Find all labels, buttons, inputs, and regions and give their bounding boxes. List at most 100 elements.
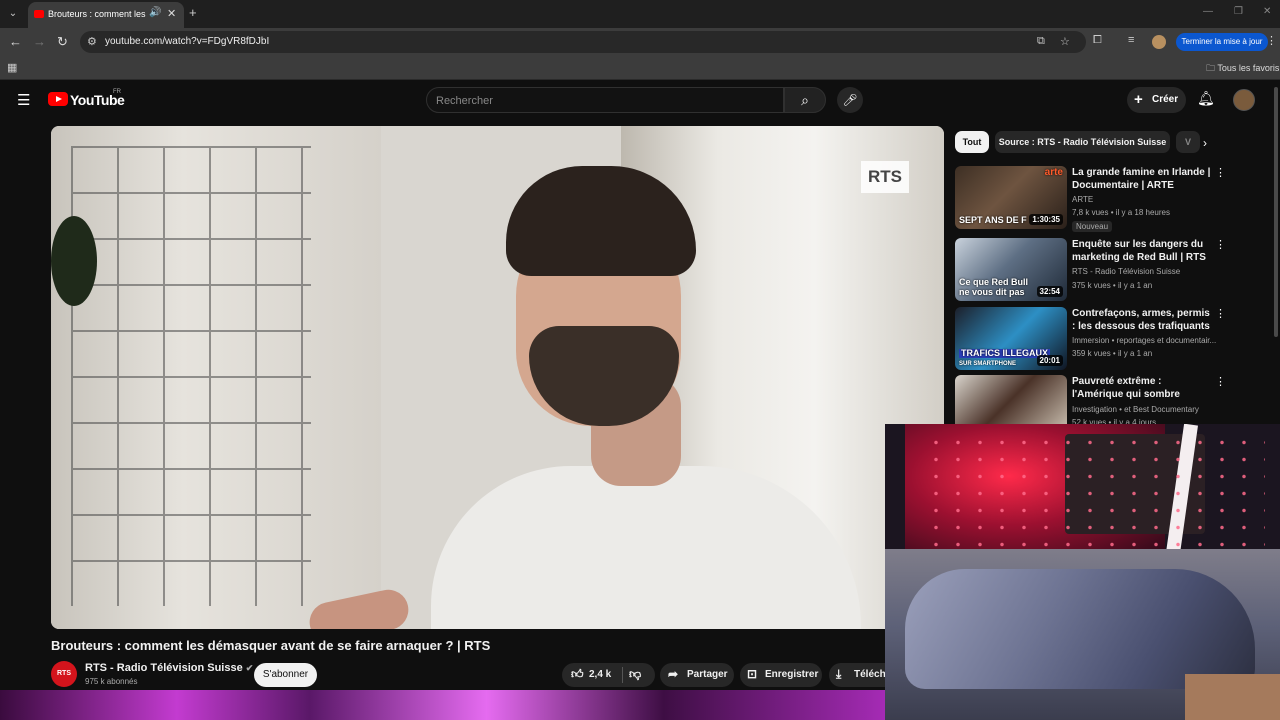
subscribe-button[interactable]: S'abonner <box>254 663 317 687</box>
mic-icon[interactable]: 🎤︎ <box>837 87 863 113</box>
save-label: Enregistrer <box>765 669 819 680</box>
rec-thumbnail[interactable] <box>955 375 1067 424</box>
like-count[interactable]: 2,4 k <box>589 669 611 680</box>
search-placeholder: Rechercher <box>436 95 493 107</box>
rec-stats: 52 k vues • il y a 4 jours <box>1072 418 1157 424</box>
rec-title[interactable]: Pauvreté extrême : l'Amérique qui sombre <box>1072 375 1212 401</box>
bell-icon[interactable]: 🔔︎ <box>1197 90 1215 107</box>
chip-all[interactable]: Tout <box>955 131 989 153</box>
rec-thumbnail[interactable]: arte SEPT ANS DE F 1:30:35 <box>955 166 1067 229</box>
kebab-icon[interactable]: ⋮ <box>1215 375 1226 388</box>
rec-channel[interactable]: Investigation • et Best Documentary <box>1072 403 1222 416</box>
thumbs-down-icon[interactable]: 👎︎ <box>629 667 641 682</box>
like-divider <box>622 667 623 683</box>
share-icon: ➦ <box>668 667 679 681</box>
chip-source[interactable]: Source : RTS - Radio Télévision Suisse <box>995 131 1170 153</box>
rec-thumb-text: SEPT ANS DE F <box>959 214 1027 225</box>
arte-brand: arte <box>1044 167 1063 178</box>
new-badge: Nouveau <box>1072 221 1113 232</box>
browser-tab-strip: ⌄ Brouteurs : comment les dé 🔊 ✕ + — ❐ ✕ <box>0 0 1280 28</box>
reload-icon[interactable]: ↻ <box>57 34 68 50</box>
webcam-overlay <box>885 424 1280 720</box>
hamburger-icon[interactable]: ☰ <box>17 91 30 109</box>
channel-avatar[interactable]: RTS <box>51 661 77 687</box>
back-icon[interactable]: ← <box>9 34 22 49</box>
all-bookmarks-folder[interactable]: 🗀 Tous les favoris <box>1206 61 1279 77</box>
install-icon[interactable]: ⧉ <box>1037 35 1045 48</box>
overlay-purple-band <box>0 690 885 720</box>
rec-thumbnail[interactable]: TRAFICS ILLEGAUX SUR SMARTPHONE 20:01 <box>955 307 1067 370</box>
country-code: FR <box>113 89 121 95</box>
search-input[interactable]: Rechercher <box>426 87 784 113</box>
like-dislike-group: 👍︎ 2,4 k 👎︎ <box>562 663 655 687</box>
video-title: Brouteurs : comment les démasquer avant … <box>51 638 491 653</box>
account-avatar[interactable] <box>1233 89 1255 111</box>
video-frame-plant <box>51 216 97 306</box>
create-button[interactable]: + Créer <box>1127 87 1186 113</box>
share-button[interactable]: ➦ Partager <box>660 663 734 687</box>
kebab-icon[interactable]: ⋮ <box>1215 238 1226 251</box>
bookmarks-bar: ▦ 🗀 Tous les favoris <box>0 56 1280 80</box>
filter-chips: Tout Source : RTS - Radio Télévision Sui… <box>955 131 1225 153</box>
forward-icon[interactable]: → <box>33 34 46 49</box>
chevron-right-icon[interactable]: › <box>1203 136 1207 150</box>
url-text[interactable]: youtube.com/watch?v=FDgVR8fDJbI <box>105 36 269 47</box>
channel-name[interactable]: RTS - Radio Télévision Suisse ✔ <box>85 662 253 674</box>
speaker-icon[interactable]: 🔊 <box>149 7 161 18</box>
share-label: Partager <box>687 669 728 680</box>
active-tab[interactable]: Brouteurs : comment les dé 🔊 ✕ <box>28 2 184 28</box>
video-frame-grid <box>71 146 311 606</box>
rec-channel[interactable]: Immersion • reportages et documentair... <box>1072 334 1222 347</box>
save-button[interactable]: ⊡ Enregistrer <box>740 663 822 687</box>
webcam-blanket <box>905 569 1255 689</box>
tab-search-chevron-icon[interactable]: ⌄ <box>4 5 22 23</box>
kebab-icon[interactable]: ⋮ <box>1266 34 1277 47</box>
youtube-logo-icon[interactable] <box>48 92 68 106</box>
rec-duration: 32:54 <box>1036 286 1063 297</box>
extensions-icon[interactable]: ⧠ <box>1093 34 1102 47</box>
verified-icon: ✔ <box>245 663 254 673</box>
media-icon[interactable]: ≡ <box>1128 34 1134 46</box>
webcam-floor <box>1185 674 1280 720</box>
minimize-icon[interactable]: — <box>1203 6 1213 17</box>
save-icon: ⊡ <box>747 667 758 681</box>
star-icon[interactable]: ☆ <box>1060 35 1070 48</box>
plus-icon: + <box>1134 91 1143 108</box>
download-button[interactable]: ⤓ Téléchar <box>829 663 895 687</box>
rec-title[interactable]: Enquête sur les dangers du marketing de … <box>1072 238 1212 264</box>
video-player[interactable]: RTS <box>51 126 944 629</box>
thumbs-up-icon[interactable]: 👍︎ <box>571 667 584 682</box>
download-icon: ⤓ <box>836 667 842 681</box>
rec-stats: 375 k vues • il y a 1 an <box>1072 281 1153 290</box>
rec-stats: 359 k vues • il y a 1 an <box>1072 349 1153 358</box>
tab-title: Brouteurs : comment les dé <box>48 9 146 19</box>
kebab-icon[interactable]: ⋮ <box>1215 307 1226 320</box>
kebab-icon[interactable]: ⋮ <box>1215 166 1226 179</box>
rts-watermark: RTS <box>861 161 909 193</box>
rec-channel[interactable]: ARTE <box>1072 193 1222 206</box>
rec-thumb-subtext: SUR SMARTPHONE <box>959 360 1017 367</box>
close-icon[interactable]: ✕ <box>167 7 176 20</box>
apps-icon[interactable]: ▦ <box>7 61 17 74</box>
bookmarks-folder-label: Tous les favoris <box>1217 63 1280 73</box>
page-scrollbar[interactable] <box>1274 87 1278 337</box>
channel-name-text: RTS - Radio Télévision Suisse <box>85 662 243 674</box>
chip-partial[interactable]: V <box>1176 131 1200 153</box>
update-button[interactable]: Terminer la mise à jour <box>1176 33 1268 51</box>
maximize-icon[interactable]: ❐ <box>1234 6 1243 17</box>
search-icon[interactable]: ⌕ <box>784 87 826 113</box>
rec-channel[interactable]: RTS - Radio Télévision Suisse <box>1072 265 1222 278</box>
address-bar[interactable]: ⚙ youtube.com/watch?v=FDgVR8fDJbI ⧉ ☆ <box>80 31 1086 53</box>
site-info-icon[interactable]: ⚙ <box>87 35 97 48</box>
new-tab-plus-icon[interactable]: + <box>189 5 197 20</box>
rec-title[interactable]: Contrefaçons, armes, permis : les dessou… <box>1072 307 1212 333</box>
profile-avatar[interactable] <box>1152 35 1166 49</box>
window-close-icon[interactable]: ✕ <box>1263 6 1271 17</box>
rec-stats: 7,8 k vues • il y a 18 heures <box>1072 208 1170 217</box>
rec-thumbnail[interactable]: Ce que Red Bull ne vous dit pas 32:54 <box>955 238 1067 301</box>
webcam-string-lights <box>925 434 1265 554</box>
youtube-favicon-icon <box>34 10 44 18</box>
rec-title[interactable]: La grande famine en Irlande | Documentai… <box>1072 166 1212 192</box>
youtube-header: ☰ YouTube FR Rechercher ⌕ 🎤︎ + Créer 🔔︎ <box>0 80 1280 120</box>
rec-duration: 20:01 <box>1036 355 1063 366</box>
